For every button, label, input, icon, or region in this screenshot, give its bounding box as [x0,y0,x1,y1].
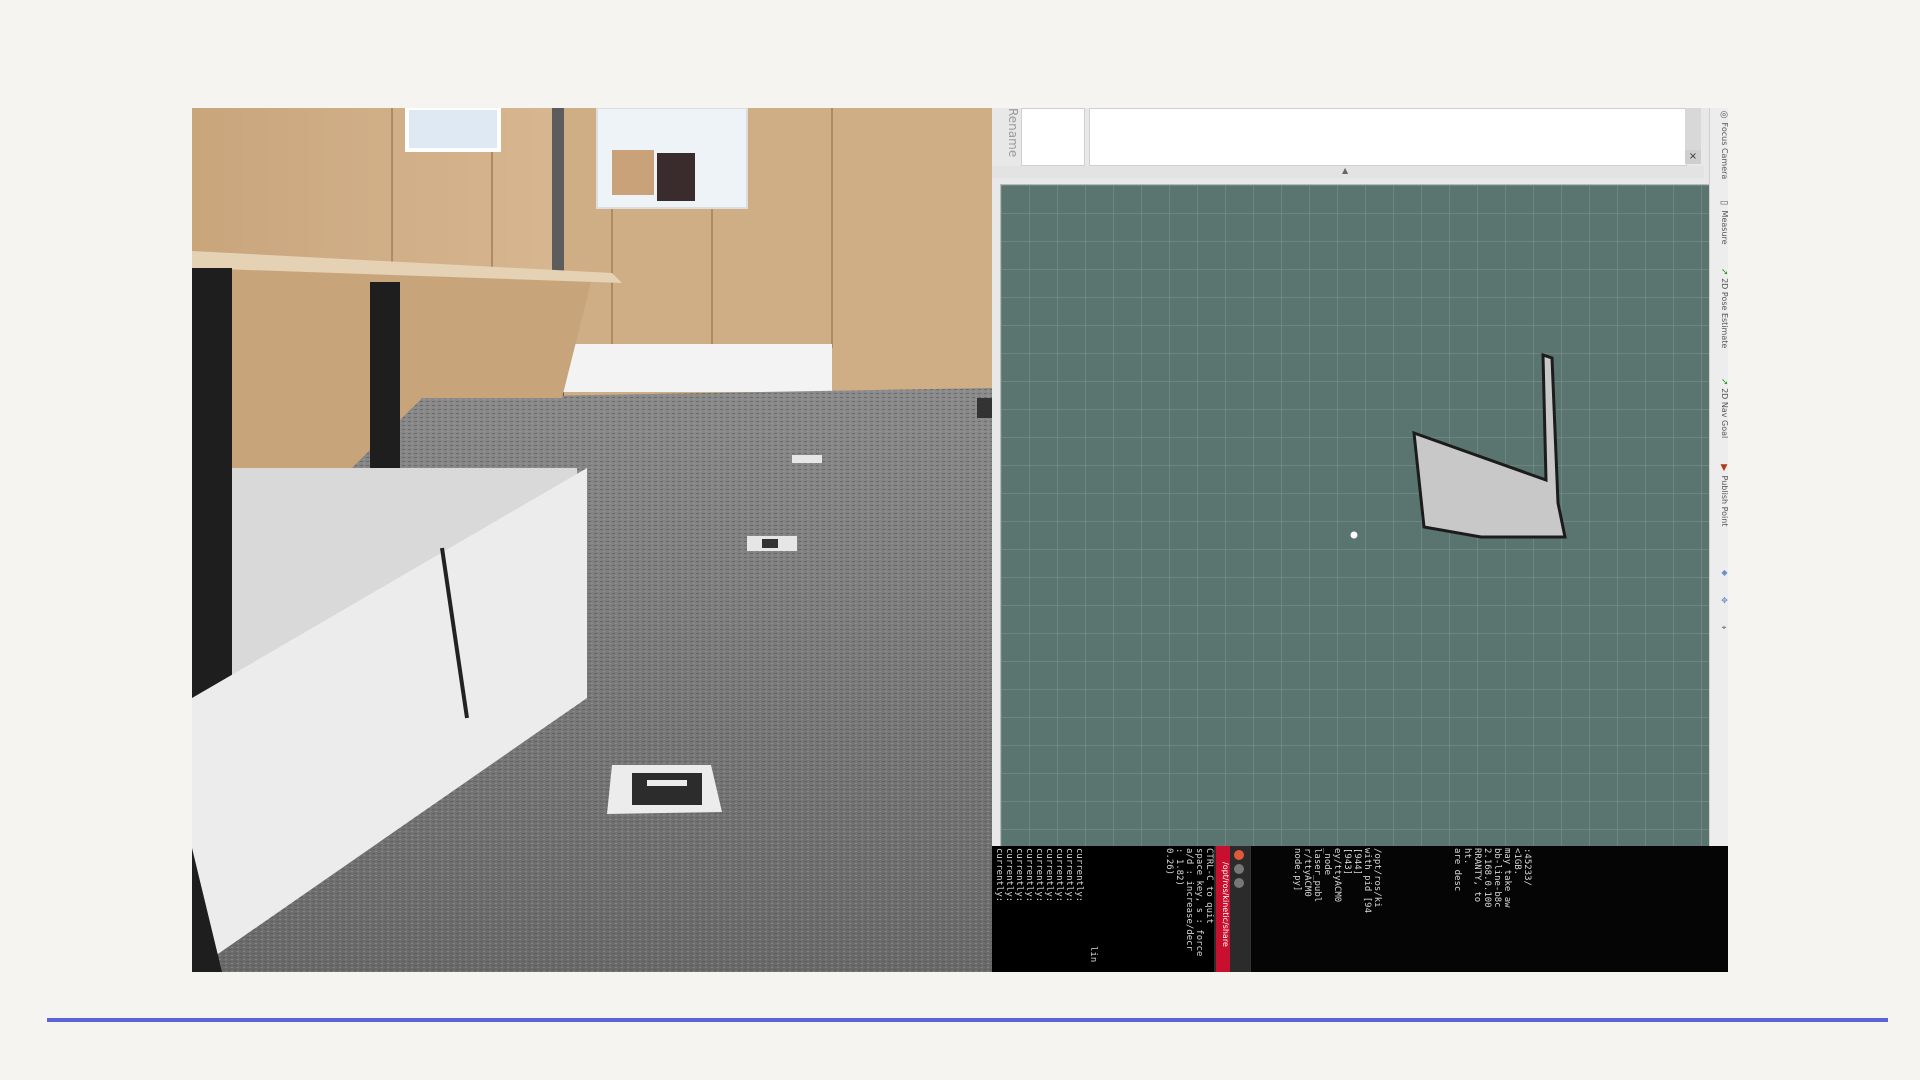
tool-2d-nav-goal[interactable]: ➚ 2D Nav Goal [1710,378,1728,458]
terminal-titlebar[interactable]: /opt/ros/kinetic/share [1214,846,1250,972]
chevron-up-icon: ▲ [1342,166,1349,175]
rviz-window: Rename × ▲ ▲ [992,108,1728,972]
rename-tab[interactable]: Rename [1000,108,1020,164]
map-3d-view[interactable] [1000,184,1712,894]
camera-icon: ◎ [1719,110,1728,120]
tool-select-icon[interactable]: ⌖ [1710,624,1728,636]
map-canvas [1001,185,1711,893]
green-arrow-icon: ➚ [1719,378,1728,386]
ruler-icon: ▭ [1719,198,1728,208]
splitter-top[interactable]: ▲ [992,166,1704,178]
tool-measure[interactable]: ▭ Measure [1710,198,1728,254]
video-frame: Rename × ▲ ▲ [192,108,1728,972]
green-arrow-icon: ➚ [1719,268,1728,276]
terminal-window: currently: currently: currently: current… [992,846,1728,972]
terminal-right-lines: :45233/ <1GB. may take aw bb-line-b8c 2.… [1452,848,1532,908]
camera-photo [192,108,992,972]
tool-publish-point[interactable]: ▼ Publish Point [1710,463,1728,543]
display-panel-main [1089,108,1687,166]
close-icon[interactable] [1234,850,1244,860]
teleop-terminal: currently: currently: currently: current… [992,846,1251,972]
terminal-status-lines: currently: currently: currently: current… [994,848,1084,903]
close-icon[interactable]: × [1685,150,1701,164]
terminal-title-path: /opt/ros/kinetic/share [1221,862,1230,947]
tool-2d-pose-estimate[interactable]: ➚ 2D Pose Estimate [1710,268,1728,368]
maximize-icon[interactable] [1234,878,1244,888]
robot-position-marker [1350,531,1358,539]
display-panel-left [1021,108,1085,166]
tool-move-icon[interactable]: ✥ [1710,596,1728,608]
terminal-fragment: lin [1088,946,1098,963]
terminal-help-lines: CTRL-C to quit space key, s : force a/d … [1164,848,1214,957]
terminal-log-lines: /opt/ros/ki with pid [94 [944] [943] ey/… [1292,848,1382,914]
tool-focus-camera[interactable]: ◎ Focus Camera [1710,110,1728,180]
pin-icon: ▼ [1719,463,1728,473]
rviz-tool-strip: ◎ Focus Camera ▭ Measure ➚ 2D Pose Estim… [1709,108,1728,972]
minimize-icon[interactable] [1234,864,1244,874]
accent-rule [47,1018,1888,1022]
tool-interact-icon[interactable]: ◆ [1710,568,1728,580]
